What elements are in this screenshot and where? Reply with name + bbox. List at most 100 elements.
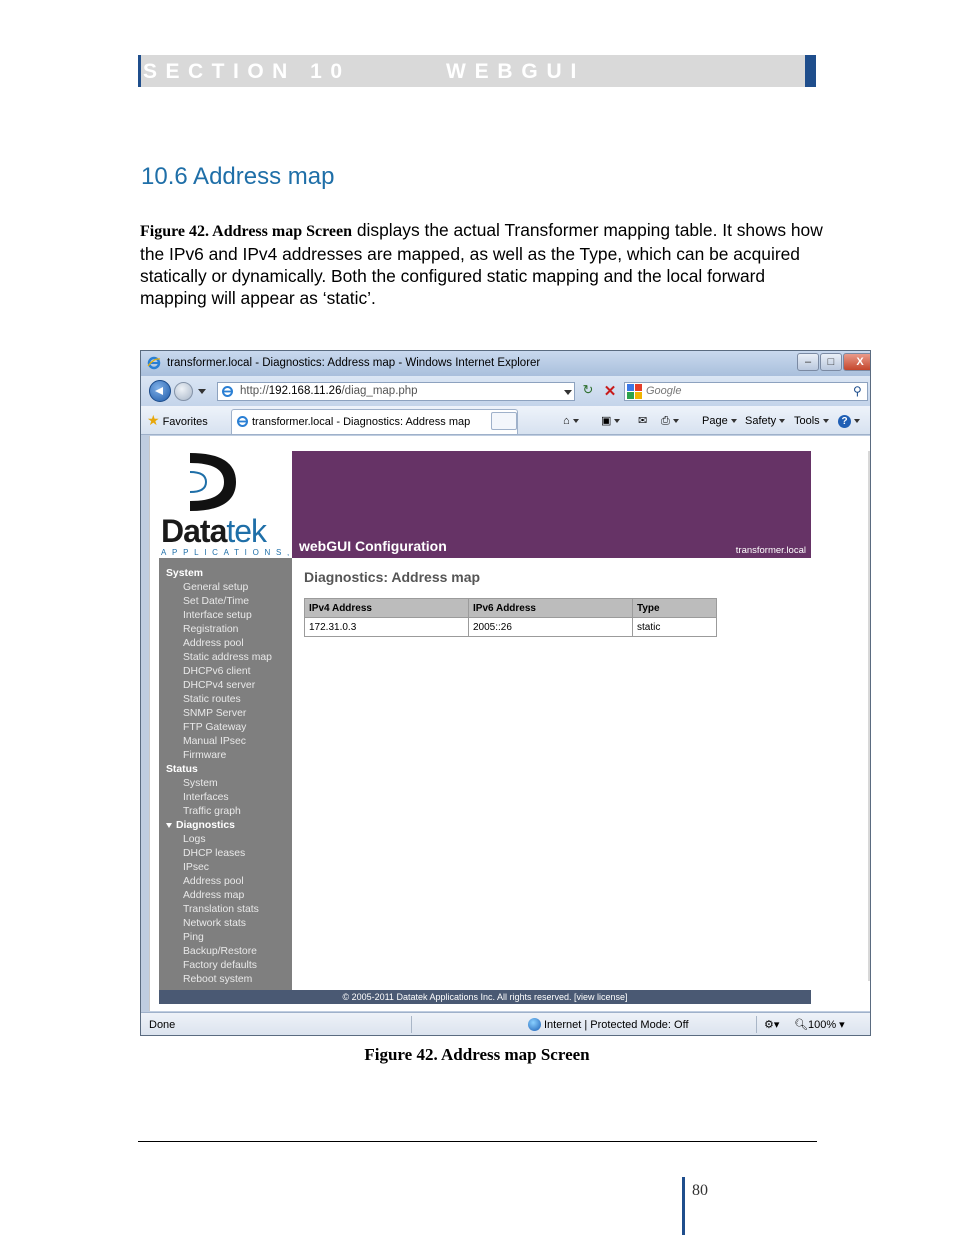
google-icon bbox=[627, 384, 642, 399]
sidebar-item-static-routes[interactable]: Static routes bbox=[159, 693, 292, 707]
page-menu[interactable]: Page bbox=[702, 412, 737, 430]
sidebar-item-reboot-system[interactable]: Reboot system bbox=[159, 973, 292, 987]
home-icon[interactable]: ⌂ bbox=[563, 412, 579, 430]
footer-rule bbox=[138, 1141, 817, 1142]
history-dropdown-icon[interactable] bbox=[198, 389, 206, 394]
table-header-row: IPv4 Address IPv6 Address Type bbox=[304, 598, 717, 618]
browser-tab[interactable]: transformer.local - Diagnostics: Address… bbox=[231, 409, 518, 434]
stop-icon[interactable]: ✕ bbox=[601, 382, 619, 401]
sidebar-item-interface-setup[interactable]: Interface setup bbox=[159, 609, 292, 623]
logo-main: Data bbox=[161, 513, 227, 549]
column-header: IPv4 Address bbox=[304, 598, 469, 618]
sidebar-item-label: Set Date/Time bbox=[183, 596, 250, 607]
ie-icon bbox=[147, 356, 161, 370]
sidebar-item-backup-restore[interactable]: Backup/Restore bbox=[159, 945, 292, 959]
search-input[interactable]: Google ⚲ bbox=[624, 382, 868, 401]
logo-tek: tek bbox=[226, 513, 267, 549]
sidebar-item-system[interactable]: System bbox=[159, 777, 292, 791]
sidebar-item-ftp-gateway[interactable]: FTP Gateway bbox=[159, 721, 292, 735]
zoom-level[interactable]: 🔍︎100% ▾ bbox=[794, 1014, 845, 1035]
forward-arrow-icon[interactable] bbox=[174, 382, 193, 401]
content-title: Diagnostics: Address map bbox=[304, 569, 481, 585]
sidebar-item-label: DHCPv6 client bbox=[183, 666, 251, 677]
webgui-page: Datatek APPLICATIONS, INC webGUI Configu… bbox=[149, 436, 870, 1011]
table-row: 172.31.0.3 2005::26 static bbox=[304, 617, 717, 637]
maximize-button[interactable]: □ bbox=[820, 353, 842, 371]
url-text: http://192.168.11.26/diag_map.php bbox=[240, 383, 418, 400]
banner-title: webGUI Configuration bbox=[299, 538, 447, 554]
tools-menu[interactable]: Tools bbox=[794, 412, 829, 430]
back-arrow-icon[interactable] bbox=[149, 380, 171, 402]
sidebar-item-label: IPsec bbox=[183, 862, 209, 873]
new-tab-button[interactable] bbox=[491, 412, 517, 430]
sidebar-item-dhcpv4-server[interactable]: DHCPv4 server bbox=[159, 679, 292, 693]
refresh-icon[interactable]: ↻ bbox=[578, 382, 598, 401]
sidebar-item-label: Address pool bbox=[183, 876, 244, 887]
close-button[interactable]: X bbox=[843, 353, 870, 371]
help-icon[interactable]: ? bbox=[838, 412, 860, 430]
favorites-button[interactable]: ★ Favorites bbox=[147, 411, 208, 430]
sidebar-item-registration[interactable]: Registration bbox=[159, 623, 292, 637]
sidebar-item-set-date-time[interactable]: Set Date/Time bbox=[159, 595, 292, 609]
sidebar-nav: System General setup Set Date/Time Interfac… bbox=[159, 558, 292, 990]
status-bar: Done Internet | Protected Mode: Off ⚙▾ 🔍… bbox=[141, 1012, 870, 1035]
feeds-icon[interactable]: ▣ bbox=[601, 412, 621, 430]
sidebar-item-static-address-map[interactable]: Static address map bbox=[159, 651, 292, 665]
sidebar-item-traffic-graph[interactable]: Traffic graph bbox=[159, 805, 292, 819]
sidebar-group-system[interactable]: System bbox=[159, 567, 292, 581]
url-input[interactable]: http://192.168.11.26/diag_map.php bbox=[217, 382, 575, 401]
webgui-banner: webGUI Configuration transformer.local bbox=[292, 451, 811, 558]
sidebar-item-label: Firmware bbox=[183, 750, 227, 761]
sidebar-item-snmp-server[interactable]: SNMP Server bbox=[159, 707, 292, 721]
favorites-label: Favorites bbox=[162, 416, 208, 428]
sidebar-item-logs[interactable]: Logs bbox=[159, 833, 292, 847]
tools-menu-label: Tools bbox=[794, 415, 820, 427]
sidebar-item-label: General setup bbox=[183, 582, 249, 593]
section-header: SECTION 10 WEBGUI DIAGNOSTICS bbox=[138, 55, 816, 107]
sidebar-item-ping[interactable]: Ping bbox=[159, 931, 292, 945]
sidebar-group-status[interactable]: Status bbox=[159, 763, 292, 777]
url-dropdown-icon[interactable] bbox=[564, 390, 572, 395]
sidebar-item-label: Static address map bbox=[183, 652, 272, 663]
sidebar-item-network-stats[interactable]: Network stats bbox=[159, 917, 292, 931]
section-title: WEBGUI DIAGNOSTICS bbox=[446, 60, 689, 107]
hostname: transformer.local bbox=[735, 545, 806, 556]
sidebar-item-address-pool[interactable]: Address pool bbox=[159, 637, 292, 651]
minimize-button[interactable]: – bbox=[797, 353, 819, 371]
protected-icon[interactable]: ⚙▾ bbox=[764, 1014, 779, 1035]
sidebar-item-label: Ping bbox=[183, 932, 204, 943]
sidebar-item-firmware[interactable]: Firmware bbox=[159, 749, 292, 763]
sidebar-item-label: FTP Gateway bbox=[183, 722, 247, 733]
sidebar-item-address-map[interactable]: Address map bbox=[159, 889, 292, 903]
column-header: Type bbox=[632, 598, 717, 618]
sidebar-item-translation-stats[interactable]: Translation stats bbox=[159, 903, 292, 917]
sidebar-item-label: Backup/Restore bbox=[183, 946, 257, 957]
sidebar-item-dhcpv6-client[interactable]: DHCPv6 client bbox=[159, 665, 292, 679]
print-icon[interactable]: ⎙ bbox=[661, 412, 679, 430]
sidebar-group-diagnostics[interactable]: Diagnostics bbox=[159, 819, 292, 833]
section-number: SECTION 10 bbox=[143, 60, 351, 83]
sidebar-item-factory-defaults[interactable]: Factory defaults bbox=[159, 959, 292, 973]
sidebar-item-ipsec[interactable]: IPsec bbox=[159, 861, 292, 875]
url-path: /diag_map.php bbox=[341, 385, 418, 397]
sidebar-item-general-setup[interactable]: General setup bbox=[159, 581, 292, 595]
logo-mark-icon bbox=[189, 453, 236, 511]
sidebar-item-manual-ipsec[interactable]: Manual IPsec bbox=[159, 735, 292, 749]
search-icon[interactable]: ⚲ bbox=[853, 383, 862, 400]
sidebar-item-label: Interface setup bbox=[183, 610, 252, 621]
security-zone[interactable]: Internet | Protected Mode: Off bbox=[544, 1014, 689, 1035]
sidebar-item-address-pool[interactable]: Address pool bbox=[159, 875, 292, 889]
sidebar-item-label: Static routes bbox=[183, 694, 241, 705]
sidebar-item-label: DHCP leases bbox=[183, 848, 246, 859]
tab-label: transformer.local - Diagnostics: Address… bbox=[252, 416, 471, 428]
mail-icon[interactable]: ✉ bbox=[638, 412, 647, 430]
safety-menu[interactable]: Safety bbox=[745, 412, 786, 430]
sidebar-item-interfaces[interactable]: Interfaces bbox=[159, 791, 292, 805]
address-bar: http://192.168.11.26/diag_map.php ↻ ✕ Go… bbox=[141, 376, 870, 406]
sidebar-item-label: DHCPv4 server bbox=[183, 680, 256, 691]
sidebar-item-label: Status bbox=[166, 764, 198, 775]
sidebar-item-label: Diagnostics bbox=[176, 820, 235, 831]
sidebar-item-dhcp-leases[interactable]: DHCP leases bbox=[159, 847, 292, 861]
window-titlebar: transformer.local - Diagnostics: Address… bbox=[141, 351, 870, 376]
address-map-table: IPv4 Address IPv6 Address Type 172.31.0.… bbox=[304, 598, 717, 637]
